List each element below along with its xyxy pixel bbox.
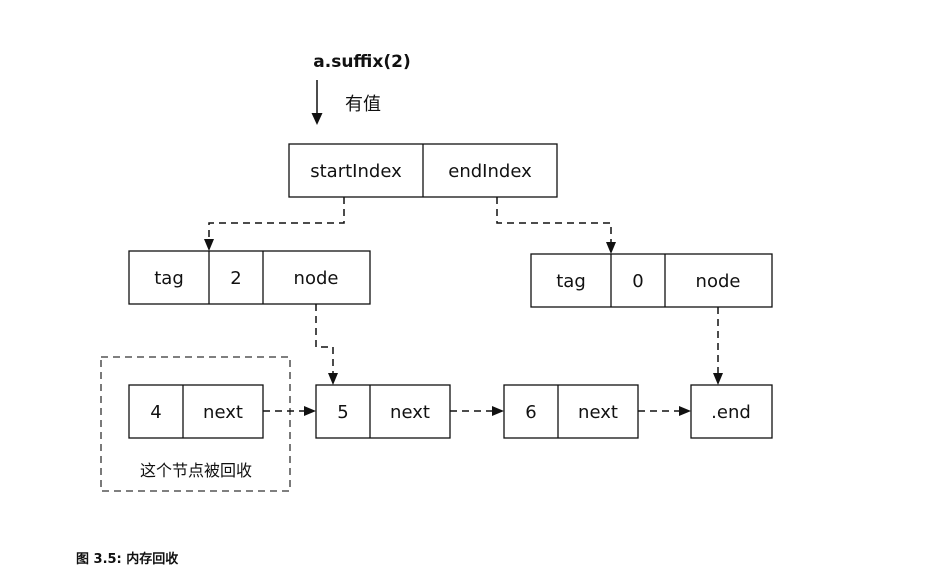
left-tag-value: 2: [230, 268, 241, 289]
next-pointer-5-to-6: [450, 406, 504, 416]
right-node-connector: [713, 307, 723, 385]
next-pointer-6-to-end: [638, 406, 691, 416]
list-node-5: 5 next: [315, 384, 451, 439]
right-tag-label: tag: [556, 271, 586, 292]
memory-reclaim-diagram: a.suffix(2) 有值 startIndex endIndex tag 2…: [76, 52, 773, 567]
end-index-cell: endIndex: [448, 161, 532, 182]
end-index-connector: [496, 197, 616, 254]
end-node-label: .end: [711, 402, 751, 423]
call-label: a.suffix(2): [313, 52, 410, 72]
right-tag-node: node: [696, 271, 741, 292]
left-tag-node: node: [294, 268, 339, 289]
list-node-value: 4: [150, 402, 161, 423]
list-node-6: 6 next: [503, 384, 639, 439]
left-node-connector: [315, 304, 338, 385]
call-arrow: [311, 80, 323, 125]
end-node: .end: [690, 384, 773, 439]
right-tag-value: 0: [632, 271, 643, 292]
list-node-value: 5: [337, 402, 348, 423]
list-node-next: next: [578, 402, 618, 423]
start-index-cell: startIndex: [310, 161, 402, 182]
range-box: startIndex endIndex: [288, 143, 558, 198]
reclaimed-node-note: 这个节点被回收: [140, 461, 252, 480]
list-node-4: 4 next: [128, 384, 264, 439]
list-node-value: 6: [525, 402, 536, 423]
arrow-note: 有值: [345, 94, 381, 115]
right-tag-box: tag 0 node: [530, 253, 773, 308]
list-node-next: next: [203, 402, 243, 423]
list-node-next: next: [390, 402, 430, 423]
figure-caption: 图 3.5: 内存回收: [76, 551, 179, 567]
left-tag-box: tag 2 node: [128, 250, 371, 305]
left-tag-label: tag: [154, 268, 184, 289]
start-index-connector: [204, 197, 345, 251]
